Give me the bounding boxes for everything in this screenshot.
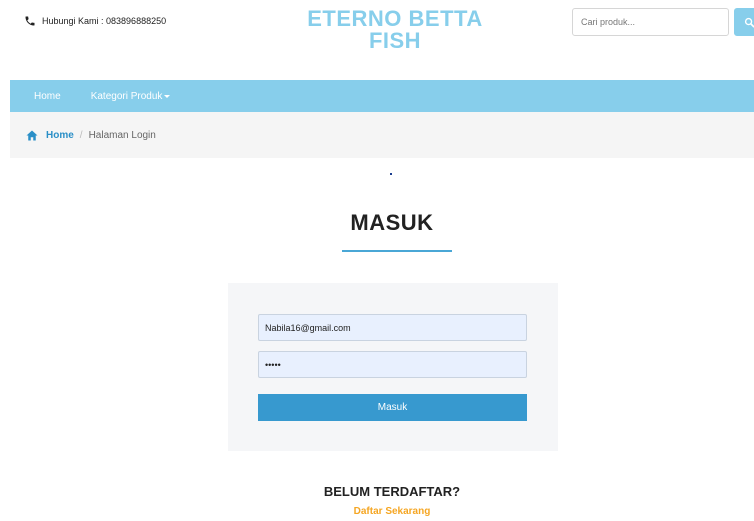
register-prompt: BELUM TERDAFTAR? — [323, 484, 461, 499]
nav-item-label: Kategori Produk — [90, 90, 163, 102]
home-icon — [26, 130, 38, 140]
main-nav: Home Kategori Produk — [10, 80, 754, 112]
login-button[interactable]: Masuk — [258, 394, 527, 421]
title-underline — [342, 250, 452, 252]
search-button[interactable] — [734, 8, 754, 36]
contact-text: Hubungi Kami : 083896888250 — [42, 16, 167, 26]
breadcrumb: Home / Halaman Login — [10, 112, 754, 158]
login-form: Masuk — [228, 283, 558, 451]
phone-icon — [25, 16, 35, 26]
search-bar — [572, 8, 754, 36]
email-field[interactable] — [258, 314, 527, 341]
chevron-down-icon — [164, 94, 171, 98]
header: Hubungi Kami : 083896888250 ETERNO BETTA… — [0, 0, 754, 80]
nav-item-home[interactable]: Home — [34, 91, 61, 102]
search-input[interactable] — [572, 8, 729, 36]
brand-line-2: FISH — [368, 28, 422, 53]
breadcrumb-current: Halaman Login — [88, 129, 156, 141]
contact-info: Hubungi Kami : 083896888250 — [24, 15, 166, 27]
search-icon — [744, 17, 754, 27]
breadcrumb-home-link[interactable]: Home — [46, 130, 74, 141]
brand-logo[interactable]: ETERNO BETTA FISH — [270, 8, 520, 52]
nav-item-label: Home — [34, 90, 61, 102]
page-title: MASUK — [350, 210, 434, 235]
nav-item-kategori-produk[interactable]: Kategori Produk — [91, 91, 171, 102]
brand-line-1: ETERNO BETTA — [307, 6, 483, 31]
register-link[interactable]: Daftar Sekarang — [0, 506, 754, 517]
decorative-dot — [390, 173, 392, 175]
password-field[interactable] — [258, 351, 527, 378]
breadcrumb-separator: / — [79, 129, 83, 141]
